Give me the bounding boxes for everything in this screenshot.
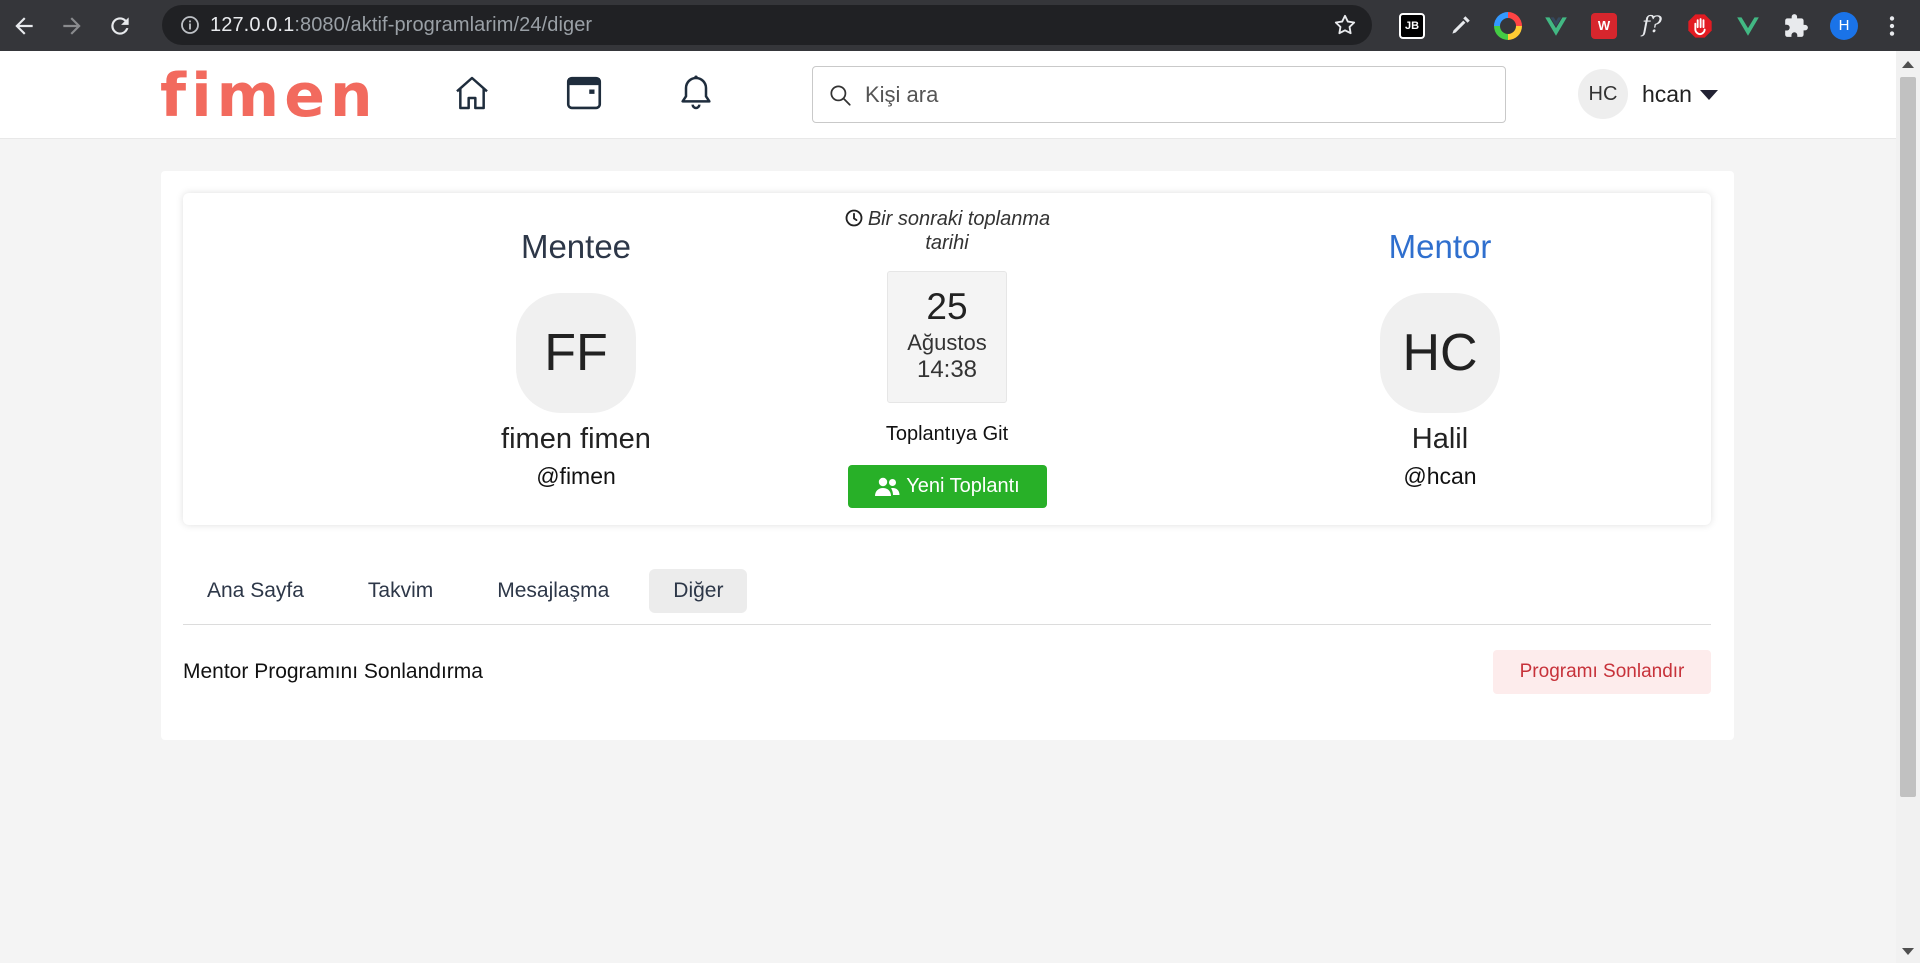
end-program-label: Mentor Programını Sonlandırma [183, 660, 483, 683]
bell-icon[interactable] [674, 71, 718, 115]
scroll-thumb[interactable] [1900, 77, 1916, 797]
url-host: 127.0.0.1 [210, 13, 295, 36]
search-box[interactable] [812, 66, 1506, 123]
browser-menu-icon[interactable] [1868, 0, 1916, 51]
extensions-bar: JB W f? H [1388, 0, 1916, 51]
meeting-time: 14:38 [916, 356, 978, 383]
program-summary-card: Mentee FF fimen fimen @fimen Bir sonraki… [183, 193, 1711, 525]
f-extension-icon[interactable]: f? [1628, 0, 1676, 51]
mentee-name: fimen fimen [501, 423, 651, 455]
mentor-name: Halil [1411, 423, 1469, 455]
app-navbar: fimen HC hcan [0, 51, 1896, 139]
new-meeting-label: Yeni Toplantı [906, 475, 1020, 497]
caret-down-icon [1699, 89, 1718, 100]
end-program-row: Mentor Programını Sonlandırma Programı S… [183, 649, 1711, 695]
back-button[interactable] [0, 0, 48, 51]
home-icon[interactable] [450, 71, 494, 115]
mentee-avatar[interactable]: FF [516, 293, 636, 413]
scroll-up-arrow-icon[interactable] [1902, 61, 1914, 68]
browser-toolbar: 127.0.0.1:8080/aktif-programlarim/24/dig… [0, 0, 1920, 51]
reload-icon [111, 16, 129, 35]
users-icon [875, 477, 900, 496]
url-text: 127.0.0.1:8080/aktif-programlarim/24/dig… [210, 14, 592, 37]
end-program-button[interactable]: Programı Sonlandır [1493, 650, 1711, 694]
tab-diger[interactable]: Diğer [649, 569, 748, 613]
tab-takvim[interactable]: Takvim [344, 569, 457, 613]
forward-button[interactable] [48, 0, 96, 51]
arrow-left-icon [15, 16, 33, 35]
fimen-logo[interactable]: fimen [160, 61, 378, 131]
vue-devtools-icon[interactable] [1532, 0, 1580, 51]
meeting-month: Ağustos [907, 330, 987, 355]
arrow-right-icon [63, 16, 81, 35]
calendar-icon[interactable] [562, 71, 606, 115]
meeting-date-box: 25 Ağustos 14:38 [887, 271, 1007, 403]
user-name: hcan [1642, 81, 1692, 107]
mentor-avatar[interactable]: HC [1380, 293, 1500, 413]
page-scrollbar[interactable] [1896, 51, 1920, 963]
new-meeting-button[interactable]: Yeni Toplantı [847, 465, 1047, 508]
site-info-icon[interactable] [170, 15, 210, 35]
puzzle-extensions-icon[interactable] [1772, 0, 1820, 51]
reload-button[interactable] [96, 0, 144, 51]
colorful-circle-extension-icon[interactable] [1484, 0, 1532, 51]
tab-ana-sayfa[interactable]: Ana Sayfa [183, 569, 328, 613]
mentor-section: Mentor HC Halil @hcan [1320, 227, 1560, 491]
red-extension-icon[interactable]: W [1580, 0, 1628, 51]
next-meeting-label: Bir sonraki toplanma tarihi [832, 207, 1062, 255]
jetbrains-extension-icon[interactable]: JB [1388, 0, 1436, 51]
profile-avatar-icon[interactable]: H [1820, 0, 1868, 51]
mentee-section: Mentee FF fimen fimen @fimen [456, 227, 696, 491]
user-menu[interactable]: hcan [1642, 81, 1718, 108]
mentee-handle[interactable]: @fimen [536, 461, 616, 491]
mentor-handle[interactable]: @hcan [1403, 461, 1476, 491]
meeting-day: 25 [926, 286, 968, 327]
vue-devtools-2-icon[interactable] [1724, 0, 1772, 51]
search-input[interactable] [865, 81, 1465, 108]
next-meeting-section: Bir sonraki toplanma tarihi 25 Ağustos 1… [803, 207, 1091, 508]
mentee-role-label: Mentee [520, 228, 632, 265]
bookmark-star-icon[interactable] [1332, 12, 1358, 43]
adblock-extension-icon[interactable] [1676, 0, 1724, 51]
address-bar[interactable]: 127.0.0.1:8080/aktif-programlarim/24/dig… [162, 5, 1372, 45]
url-path: :8080/aktif-programlarim/24/diger [294, 13, 593, 36]
highlighter-extension-icon[interactable] [1436, 0, 1484, 51]
scroll-down-arrow-icon[interactable] [1902, 948, 1914, 955]
search-icon [830, 84, 851, 106]
user-avatar[interactable]: HC [1578, 69, 1628, 119]
tab-mesajlasma[interactable]: Mesajlaşma [473, 569, 633, 613]
program-detail-card: Mentee FF fimen fimen @fimen Bir sonraki… [161, 171, 1734, 740]
mentor-role-label: Mentor [1388, 228, 1492, 265]
join-meeting-link[interactable]: Toplantıya Git [886, 421, 1008, 447]
clock-icon [845, 209, 863, 227]
program-tabs: Ana Sayfa Takvim Mesajlaşma Diğer [183, 569, 1711, 625]
